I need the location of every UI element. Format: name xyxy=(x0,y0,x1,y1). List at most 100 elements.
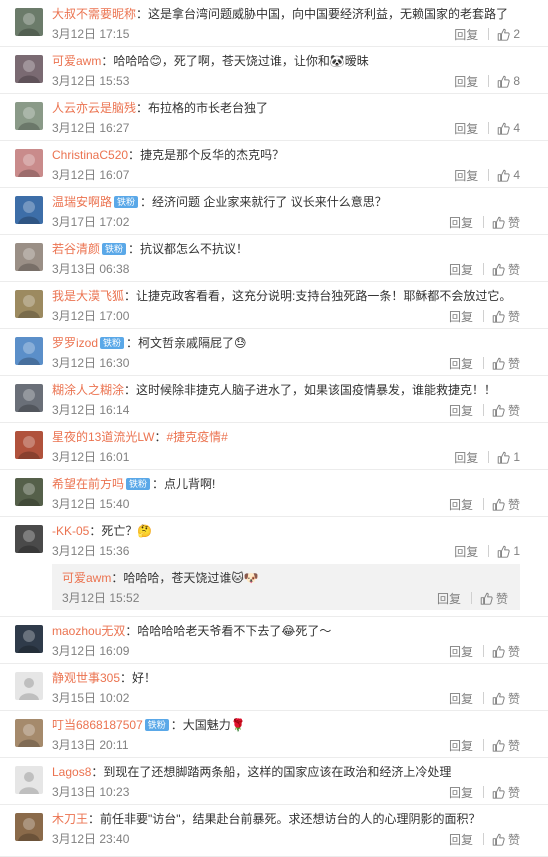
username-link[interactable]: ChristinaC520 xyxy=(52,148,128,162)
avatar[interactable] xyxy=(15,625,43,653)
username-link[interactable]: 糊涂人之糊涂 xyxy=(52,383,124,397)
avatar[interactable] xyxy=(15,719,43,747)
reply-button[interactable]: 回复 xyxy=(454,167,478,184)
avatar[interactable] xyxy=(15,149,43,177)
comment-line: Lagos8：到现在了还想脚踏两条船，这样的国家应该在政治和经济上冷处理 xyxy=(52,764,540,781)
sub-reply-line: 可爱awm：哈哈哈，苍天饶过谁🐱🐶 xyxy=(62,570,512,587)
comment-time: 3月12日 16:30 xyxy=(52,356,130,370)
reply-button[interactable]: 回复 xyxy=(449,355,473,372)
username-link[interactable]: 我是大漠飞狐 xyxy=(52,289,124,303)
comment-item: 罗罗izod 铁粉 ：柯文哲亲戚隔屁了😓 3月12日 16:30 回复 赞 xyxy=(0,329,548,376)
thumbs-up-icon xyxy=(492,692,505,705)
like-button[interactable]: 赞 xyxy=(492,784,520,801)
avatar[interactable] xyxy=(15,196,43,224)
like-count: 赞 xyxy=(495,591,508,606)
username-link[interactable]: 大叔不需要昵称 xyxy=(52,7,136,21)
reply-button[interactable]: 回复 xyxy=(449,308,473,325)
divider xyxy=(488,75,490,87)
comment-item: ChristinaC520：捷克是那个反华的杰克吗？ 3月12日 16:07 回复 4 xyxy=(0,141,548,188)
reply-button[interactable]: 回复 xyxy=(449,831,473,848)
username-link[interactable]: -KK-05 xyxy=(52,524,89,538)
username-link[interactable]: 静观世事305 xyxy=(52,671,120,685)
comment-time: 3月13日 10:23 xyxy=(52,785,130,799)
like-button[interactable]: 赞 xyxy=(492,690,520,707)
username-link[interactable]: 罗罗izod xyxy=(52,336,98,350)
avatar[interactable] xyxy=(15,8,43,36)
like-button[interactable]: 赞 xyxy=(492,261,520,278)
comment-text: 这时候除非捷克人脑子进水了，如果该国疫情暴发，谁能救捷克！！ xyxy=(136,383,497,397)
like-button[interactable]: 4 xyxy=(497,168,520,182)
reply-button[interactable]: 回复 xyxy=(449,261,473,278)
reply-button[interactable]: 回复 xyxy=(454,543,478,560)
comment-actions: 回复 赞 xyxy=(449,690,520,706)
username-link[interactable]: 木刀王 xyxy=(52,812,88,826)
like-button[interactable]: 赞 xyxy=(492,643,520,660)
avatar[interactable] xyxy=(15,290,43,318)
reply-button[interactable]: 回复 xyxy=(449,402,473,419)
like-button[interactable]: 赞 xyxy=(492,214,520,231)
colon-separator: ： xyxy=(125,624,138,638)
reply-button[interactable]: 回复 xyxy=(454,449,478,466)
like-button[interactable]: 赞 xyxy=(492,737,520,754)
comment-line: 大叔不需要昵称：这是拿台湾问题威胁中国，向中国要经济利益，无赖国家的老套路了 xyxy=(52,6,540,23)
like-button[interactable]: 4 xyxy=(497,121,520,135)
reply-button[interactable]: 回复 xyxy=(449,214,473,231)
like-button[interactable]: 1 xyxy=(497,544,520,558)
like-button[interactable]: 赞 xyxy=(492,496,520,513)
avatar[interactable] xyxy=(15,384,43,412)
comment-time: 3月12日 17:00 xyxy=(52,309,130,323)
avatar[interactable] xyxy=(15,766,43,794)
reply-button[interactable]: 回复 xyxy=(449,496,473,513)
comment-item: 可爱awm：哈哈哈😊，死了啊，苍天饶过谁，让你和🐼暧昧 3月12日 15:53 回复… xyxy=(0,47,548,94)
comment-line: 可爱awm：哈哈哈😊，死了啊，苍天饶过谁，让你和🐼暧昧 xyxy=(52,53,540,70)
username-link[interactable]: 可爱awm xyxy=(62,571,111,585)
reply-button[interactable]: 回复 xyxy=(454,26,478,43)
comment-time: 3月13日 20:11 xyxy=(52,738,129,752)
like-button[interactable]: 2 xyxy=(497,27,520,41)
thumbs-up-icon xyxy=(492,498,505,511)
reply-button[interactable]: 回复 xyxy=(449,690,473,707)
like-button[interactable]: 赞 xyxy=(492,308,520,325)
divider xyxy=(482,786,484,798)
avatar[interactable] xyxy=(15,813,43,841)
username-link[interactable]: 星夜的13道流光LW xyxy=(52,430,154,444)
thumbs-up-icon xyxy=(492,310,505,323)
avatar[interactable] xyxy=(15,102,43,130)
reply-button[interactable]: 回复 xyxy=(454,73,478,90)
fan-badge: 铁粉 xyxy=(100,337,125,349)
username-link[interactable]: 叮当6868187507 xyxy=(52,718,143,732)
reply-button[interactable]: 回复 xyxy=(437,590,461,607)
like-button[interactable]: 赞 xyxy=(492,402,520,419)
comment-actions: 回复 赞 xyxy=(449,831,520,847)
avatar[interactable] xyxy=(15,55,43,83)
like-button[interactable]: 1 xyxy=(497,450,520,464)
username-link[interactable]: maozhou无双 xyxy=(52,624,125,638)
like-button[interactable]: 赞 xyxy=(480,590,508,607)
avatar[interactable] xyxy=(15,672,43,700)
divider xyxy=(470,592,472,604)
comment-item: 静观世事305：好！ 3月15日 10:02 回复赞 xyxy=(0,664,548,711)
comment-actions: 回复 赞 xyxy=(449,214,520,230)
username-link[interactable]: 人云亦云是脑残 xyxy=(52,101,136,115)
reply-button[interactable]: 回复 xyxy=(449,737,473,754)
like-button[interactable]: 8 xyxy=(497,74,520,88)
colon-separator: ： xyxy=(88,812,101,826)
reply-button[interactable]: 回复 xyxy=(449,784,473,801)
like-button[interactable]: 赞 xyxy=(492,831,520,848)
avatar[interactable] xyxy=(15,478,43,506)
username-link[interactable]: 可爱awm xyxy=(52,54,101,68)
username-link[interactable]: 温瑞安啊路 xyxy=(52,195,112,209)
username-link[interactable]: 若谷清颜 xyxy=(52,242,100,256)
like-button[interactable]: 赞 xyxy=(492,355,520,372)
reply-button[interactable]: 回复 xyxy=(449,643,473,660)
username-link[interactable]: 希望在前方吗 xyxy=(52,477,124,491)
thumbs-up-icon xyxy=(480,592,493,605)
colon-separator: ： xyxy=(124,289,137,303)
avatar[interactable] xyxy=(15,243,43,271)
topic-link[interactable]: #捷克疫情# xyxy=(166,430,227,444)
username-link[interactable]: Lagos8 xyxy=(52,765,91,779)
avatar[interactable] xyxy=(15,525,43,553)
reply-button[interactable]: 回复 xyxy=(454,120,478,137)
avatar[interactable] xyxy=(15,431,43,459)
avatar[interactable] xyxy=(15,337,43,365)
